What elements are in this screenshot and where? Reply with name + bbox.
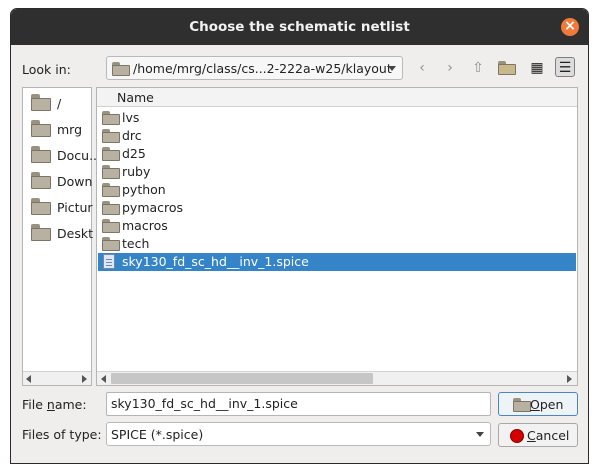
open-button-label: Open [530, 397, 564, 412]
list-view-button[interactable]: ▦ [527, 58, 547, 78]
look-in-path: /home/mrg/class/cs...2-222a-w25/klayout [133, 61, 392, 76]
folder-icon [102, 183, 120, 197]
file-name-field[interactable] [106, 392, 491, 416]
sidebar-item-label: Deskt [57, 226, 93, 241]
file-type-label: Files of type: [22, 427, 102, 442]
list-item-label: python [122, 182, 166, 197]
chevron-down-icon [388, 66, 396, 71]
arrow-left-icon: ‹ [419, 60, 425, 76]
list-item-label: lvs [122, 110, 140, 125]
folder-icon [31, 94, 51, 111]
sidebar-item-label: Pictur [57, 200, 93, 215]
sidebar-item-label: Docu... [57, 148, 101, 163]
title-bar[interactable]: Choose the schematic netlist × [11, 9, 588, 45]
arrow-up-icon: ⇧ [472, 60, 484, 76]
folder-icon [31, 198, 51, 215]
file-name-input[interactable] [111, 396, 481, 411]
file-list-horizontal-scrollbar[interactable] [97, 371, 577, 385]
sidebar-item-label: Down [57, 174, 93, 189]
list-item[interactable]: ruby [98, 163, 576, 181]
new-folder-icon [498, 61, 516, 75]
up-directory-button[interactable]: ⇧ [468, 58, 488, 78]
list-item-label: pymacros [122, 200, 184, 215]
list-item-label: drc [122, 128, 142, 143]
list-item[interactable]: python [98, 181, 576, 199]
folder-icon [112, 62, 130, 76]
file-list-view: Name lvs drc d25 ruby python pymacros ma… [96, 87, 578, 386]
look-in-label: Look in: [22, 62, 71, 77]
list-item[interactable]: pymacros [98, 199, 576, 217]
look-in-combo[interactable]: /home/mrg/class/cs...2-222a-w25/klayout [106, 56, 403, 80]
back-button[interactable]: ‹ [412, 58, 432, 78]
list-item[interactable]: lvs [98, 109, 576, 127]
list-item-label: d25 [122, 146, 146, 161]
scroll-left-icon[interactable] [26, 375, 31, 383]
folder-icon [102, 165, 120, 179]
sidebar-places: / mrg Docu... Down Pictur Deskt [22, 87, 101, 386]
sidebar-item-label: / [57, 96, 62, 111]
scroll-left-icon[interactable] [101, 375, 106, 383]
list-item[interactable]: d25 [98, 145, 576, 163]
close-button[interactable]: × [561, 18, 579, 36]
column-header-name[interactable]: Name [97, 88, 577, 107]
list-item[interactable]: drc [98, 127, 576, 145]
folder-icon [31, 224, 51, 241]
document-icon [103, 254, 115, 269]
grid-view-icon: ▦ [530, 60, 544, 76]
sidebar-horizontal-scrollbar[interactable] [23, 371, 91, 385]
file-type-value: SPICE (*.spice) [111, 427, 204, 442]
list-item[interactable]: macros [98, 217, 576, 235]
folder-open-icon [513, 398, 531, 412]
folder-icon [102, 111, 120, 125]
detail-view-icon: ☰ [558, 60, 572, 76]
detail-view-button[interactable]: ☰ [555, 57, 575, 77]
new-folder-button[interactable] [497, 58, 517, 78]
folder-icon [31, 120, 51, 137]
column-header-label: Name [117, 90, 154, 105]
folder-icon [102, 201, 120, 215]
folder-icon [102, 219, 120, 233]
folder-icon [102, 147, 120, 161]
arrow-right-icon: › [447, 60, 453, 76]
folder-icon [31, 172, 51, 189]
cancel-icon [510, 429, 524, 443]
list-item-label: sky130_fd_sc_hd__inv_1.spice [122, 254, 309, 269]
file-dialog-window: Choose the schematic netlist × Look in: … [10, 8, 589, 464]
window-title: Choose the schematic netlist [189, 19, 410, 35]
sidebar-item-label: mrg [57, 122, 83, 137]
list-item-label: ruby [122, 164, 151, 179]
close-icon: × [564, 18, 576, 34]
folder-icon [102, 237, 120, 251]
list-item-label: tech [122, 236, 150, 251]
cancel-button[interactable]: Cancel [498, 423, 578, 447]
folder-icon [102, 129, 120, 143]
scroll-right-icon[interactable] [82, 375, 87, 383]
list-item[interactable]: tech [98, 235, 576, 253]
scroll-right-icon[interactable] [567, 375, 572, 383]
file-type-combo[interactable]: SPICE (*.spice) [106, 422, 491, 446]
cancel-button-label: Cancel [527, 428, 570, 443]
file-name-label: File name: [22, 397, 87, 412]
folder-icon [31, 146, 51, 163]
scrollbar-thumb[interactable] [111, 373, 373, 384]
list-item-label: macros [122, 218, 168, 233]
list-item-selected[interactable]: sky130_fd_sc_hd__inv_1.spice [98, 253, 576, 271]
forward-button[interactable]: › [440, 58, 460, 78]
open-button[interactable]: Open [498, 392, 578, 416]
chevron-down-icon [476, 432, 484, 437]
